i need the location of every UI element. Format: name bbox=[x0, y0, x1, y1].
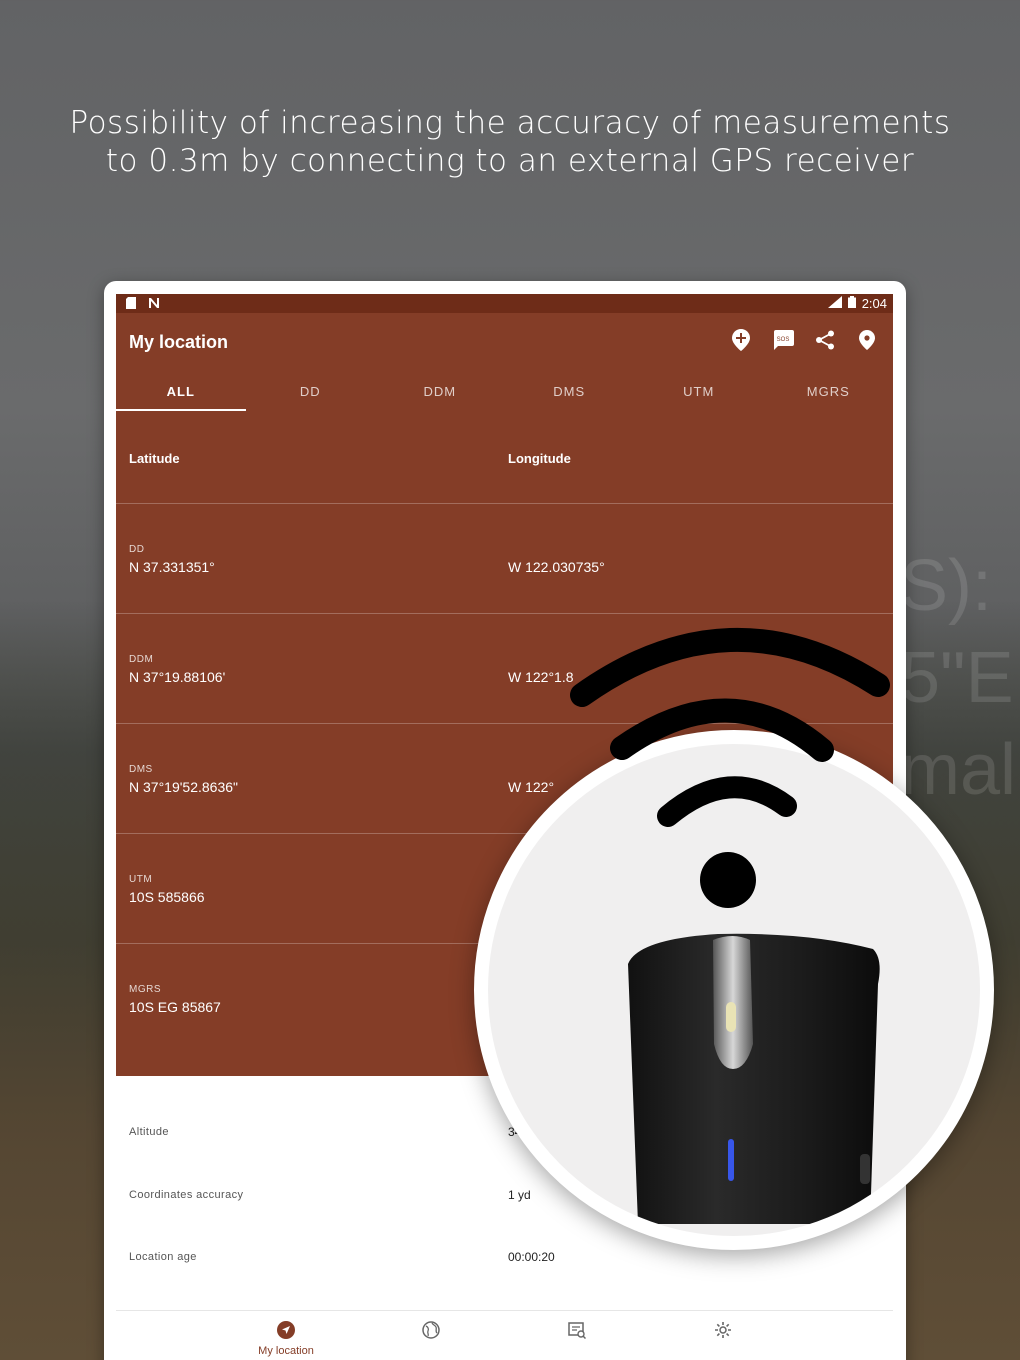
coord-format-label: DD bbox=[129, 544, 145, 555]
latitude-header: Latitude bbox=[129, 451, 180, 466]
coord-format-label: UTM bbox=[129, 874, 153, 885]
page-title: My location bbox=[129, 332, 229, 352]
coordinates-header: Latitude Longitude bbox=[116, 411, 893, 504]
tab-dms[interactable]: DMS bbox=[505, 371, 635, 411]
n-notification-icon bbox=[148, 297, 160, 312]
globe-icon bbox=[422, 1321, 440, 1343]
sd-card-icon bbox=[126, 297, 136, 312]
map-search-icon bbox=[568, 1322, 587, 1343]
nav-label: My location bbox=[258, 1345, 314, 1357]
wireless-signal-icon bbox=[570, 627, 890, 908]
latitude-value: 10S 585866 bbox=[129, 889, 205, 905]
promo-headline: Possibility of increasing the accuracy o… bbox=[69, 105, 951, 179]
latitude-value: 10S EG 85867 bbox=[129, 999, 221, 1015]
share-icon[interactable] bbox=[813, 328, 837, 352]
longitude-value: W 122.030735° bbox=[508, 559, 605, 575]
svg-text:SOS: SOS bbox=[777, 337, 790, 343]
settings-gear-icon bbox=[714, 1322, 732, 1343]
nav-settings[interactable] bbox=[683, 1321, 763, 1344]
coord-row-dd[interactable]: DD N 37.331351° W 122.030735° bbox=[116, 504, 893, 614]
tab-all[interactable]: ALL bbox=[116, 371, 246, 411]
tab-utm[interactable]: UTM bbox=[634, 371, 764, 411]
nav-map-search[interactable] bbox=[537, 1321, 617, 1344]
info-value: 00:00:20 bbox=[508, 1250, 555, 1264]
bottom-navigation: My location bbox=[116, 1310, 893, 1360]
add-location-icon[interactable] bbox=[729, 328, 753, 352]
coordinate-format-tabs: ALL DD DDM DMS UTM MGRS bbox=[116, 371, 893, 411]
latitude-value: N 37.331351° bbox=[129, 559, 215, 575]
coord-format-label: DDM bbox=[129, 654, 154, 665]
location-pin-icon[interactable] bbox=[855, 328, 879, 352]
signal-icon bbox=[827, 296, 842, 311]
coord-format-label: DMS bbox=[129, 764, 153, 775]
info-key: Altitude bbox=[129, 1126, 169, 1138]
app-bar: My location SOS bbox=[116, 313, 893, 371]
info-key: Coordinates accuracy bbox=[129, 1189, 244, 1201]
battery-icon bbox=[847, 296, 856, 311]
nav-globe[interactable] bbox=[391, 1321, 471, 1344]
tab-mgrs[interactable]: MGRS bbox=[764, 371, 894, 411]
info-key: Location age bbox=[129, 1251, 197, 1263]
info-value: 1 yd bbox=[508, 1188, 531, 1202]
nav-my-location[interactable]: My location bbox=[246, 1321, 326, 1357]
sos-icon[interactable]: SOS bbox=[771, 328, 795, 352]
latitude-value: N 37°19.88106' bbox=[129, 669, 226, 685]
tab-dd[interactable]: DD bbox=[246, 371, 376, 411]
tab-ddm[interactable]: DDM bbox=[375, 371, 505, 411]
longitude-header: Longitude bbox=[508, 451, 571, 466]
latitude-value: N 37°19'52.8636" bbox=[129, 779, 238, 795]
coord-format-label: MGRS bbox=[129, 984, 161, 995]
navigation-arrow-icon bbox=[277, 1321, 295, 1343]
longitude-value: W 122° bbox=[508, 779, 555, 795]
status-time: 2:04 bbox=[861, 296, 887, 311]
status-bar: 2:04 bbox=[116, 294, 893, 313]
